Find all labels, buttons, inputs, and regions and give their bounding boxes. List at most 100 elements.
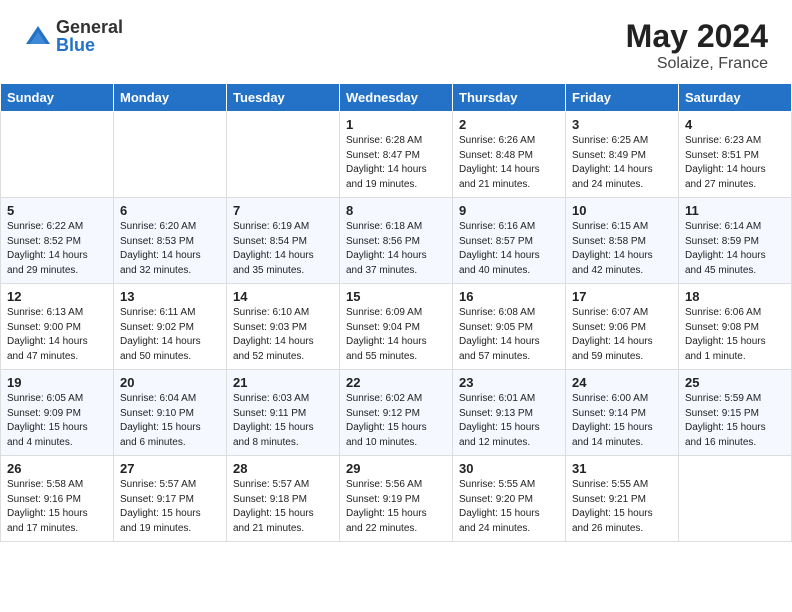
day-number: 10 xyxy=(572,203,672,218)
day-info: Sunrise: 6:02 AMSunset: 9:12 PMDaylight:… xyxy=(346,392,446,450)
logo-general-text: General xyxy=(56,18,123,36)
day-info: Sunrise: 6:03 AMSunset: 9:11 PMDaylight:… xyxy=(233,392,333,450)
day-cell-1-3: 8 Sunrise: 6:18 AMSunset: 8:56 PMDaylight… xyxy=(340,198,453,284)
day-cell-0-1 xyxy=(114,112,227,198)
day-number: 31 xyxy=(572,461,672,476)
day-cell-1-0: 5Sunrise: 6:22 AMSunset: 8:52 PMDaylight… xyxy=(1,198,114,284)
day-info: Sunrise: 6:25 AMSunset: 8:49 PMDaylight:… xyxy=(572,134,672,192)
day-cell-3-1: 20 Sunrise: 6:04 AMSunset: 9:10 PMDayligh… xyxy=(114,370,227,456)
day-info: Sunrise: 6:13 AMSunset: 9:00 PMDaylight:… xyxy=(7,306,107,364)
day-info: Sunrise: 6:09 AMSunset: 9:04 PMDaylight:… xyxy=(346,306,446,364)
col-wednesday: Wednesday xyxy=(340,84,453,112)
week-row-5: 26Sunrise: 5:58 AMSunset: 9:16 PMDayligh… xyxy=(1,456,792,542)
logo-icon xyxy=(24,22,52,50)
day-number: 8 xyxy=(346,203,446,218)
day-info: Sunrise: 5:57 AMSunset: 9:18 PMDaylight:… xyxy=(233,478,333,536)
day-cell-1-1: 6 Sunrise: 6:20 AMSunset: 8:53 PMDaylight… xyxy=(114,198,227,284)
day-number: 24 xyxy=(572,375,672,390)
week-row-3: 12 Sunrise: 6:13 AMSunset: 9:00 PMDayligh… xyxy=(1,284,792,370)
day-cell-1-2: 7Sunrise: 6:19 AMSunset: 8:54 PMDaylight… xyxy=(227,198,340,284)
day-cell-0-4: 2Sunrise: 6:26 AMSunset: 8:48 PMDaylight… xyxy=(453,112,566,198)
week-row-4: 19 Sunrise: 6:05 AMSunset: 9:09 PMDayligh… xyxy=(1,370,792,456)
day-info: Sunrise: 5:55 AMSunset: 9:21 PMDaylight:… xyxy=(572,478,672,536)
day-number: 30 xyxy=(459,461,559,476)
day-cell-2-0: 12 Sunrise: 6:13 AMSunset: 9:00 PMDayligh… xyxy=(1,284,114,370)
day-number: 13 xyxy=(120,289,220,304)
day-cell-4-0: 26Sunrise: 5:58 AMSunset: 9:16 PMDayligh… xyxy=(1,456,114,542)
day-info: Sunrise: 6:16 AMSunset: 8:57 PMDaylight:… xyxy=(459,220,559,278)
day-info: Sunrise: 6:14 AMSunset: 8:59 PMDaylight:… xyxy=(685,220,785,278)
col-monday: Monday xyxy=(114,84,227,112)
day-cell-4-1: 27Sunrise: 5:57 AMSunset: 9:17 PMDayligh… xyxy=(114,456,227,542)
day-info: Sunrise: 6:18 AMSunset: 8:56 PMDaylight:… xyxy=(346,220,446,278)
day-cell-4-3: 29Sunrise: 5:56 AMSunset: 9:19 PMDayligh… xyxy=(340,456,453,542)
day-number: 6 xyxy=(120,203,220,218)
col-sunday: Sunday xyxy=(1,84,114,112)
day-number: 12 xyxy=(7,289,107,304)
day-cell-2-6: 18 Sunrise: 6:06 AMSunset: 9:08 PMDayligh… xyxy=(679,284,792,370)
col-friday: Friday xyxy=(566,84,679,112)
day-cell-2-2: 14Sunrise: 6:10 AMSunset: 9:03 PMDayligh… xyxy=(227,284,340,370)
day-info: Sunrise: 5:59 AMSunset: 9:15 PMDaylight:… xyxy=(685,392,785,450)
col-thursday: Thursday xyxy=(453,84,566,112)
day-cell-4-2: 28Sunrise: 5:57 AMSunset: 9:18 PMDayligh… xyxy=(227,456,340,542)
day-number: 18 xyxy=(685,289,785,304)
day-number: 14 xyxy=(233,289,333,304)
day-number: 7 xyxy=(233,203,333,218)
day-cell-1-4: 9 Sunrise: 6:16 AMSunset: 8:57 PMDaylight… xyxy=(453,198,566,284)
day-number: 23 xyxy=(459,375,559,390)
day-cell-2-3: 15 Sunrise: 6:09 AMSunset: 9:04 PMDayligh… xyxy=(340,284,453,370)
day-number: 9 xyxy=(459,203,559,218)
location: Solaize, France xyxy=(626,55,768,73)
day-number: 27 xyxy=(120,461,220,476)
day-cell-3-5: 24Sunrise: 6:00 AMSunset: 9:14 PMDayligh… xyxy=(566,370,679,456)
day-info: Sunrise: 6:08 AMSunset: 9:05 PMDaylight:… xyxy=(459,306,559,364)
day-info: Sunrise: 5:58 AMSunset: 9:16 PMDaylight:… xyxy=(7,478,107,536)
title-block: May 2024 Solaize, France xyxy=(626,18,768,73)
day-cell-3-3: 22 Sunrise: 6:02 AMSunset: 9:12 PMDayligh… xyxy=(340,370,453,456)
col-tuesday: Tuesday xyxy=(227,84,340,112)
day-info: Sunrise: 6:05 AMSunset: 9:09 PMDaylight:… xyxy=(7,392,107,450)
day-cell-1-5: 10 Sunrise: 6:15 AMSunset: 8:58 PMDayligh… xyxy=(566,198,679,284)
day-number: 16 xyxy=(459,289,559,304)
day-number: 20 xyxy=(120,375,220,390)
week-row-1: 1 Sunrise: 6:28 AMSunset: 8:47 PMDaylight… xyxy=(1,112,792,198)
day-cell-4-4: 30 Sunrise: 5:55 AMSunset: 9:20 PMDayligh… xyxy=(453,456,566,542)
page: General Blue May 2024 Solaize, France Su… xyxy=(0,0,792,612)
day-info: Sunrise: 5:55 AMSunset: 9:20 PMDaylight:… xyxy=(459,478,559,536)
day-info: Sunrise: 6:15 AMSunset: 8:58 PMDaylight:… xyxy=(572,220,672,278)
col-saturday: Saturday xyxy=(679,84,792,112)
day-number: 19 xyxy=(7,375,107,390)
day-cell-3-2: 21 Sunrise: 6:03 AMSunset: 9:11 PMDayligh… xyxy=(227,370,340,456)
day-cell-1-6: 11Sunrise: 6:14 AMSunset: 8:59 PMDayligh… xyxy=(679,198,792,284)
day-info: Sunrise: 6:22 AMSunset: 8:52 PMDaylight:… xyxy=(7,220,107,278)
day-info: Sunrise: 6:01 AMSunset: 9:13 PMDaylight:… xyxy=(459,392,559,450)
day-info: Sunrise: 6:06 AMSunset: 9:08 PMDaylight:… xyxy=(685,306,785,364)
calendar: Sunday Monday Tuesday Wednesday Thursday… xyxy=(0,83,792,542)
day-cell-0-6: 4 Sunrise: 6:23 AMSunset: 8:51 PMDaylight… xyxy=(679,112,792,198)
weekday-header-row: Sunday Monday Tuesday Wednesday Thursday… xyxy=(1,84,792,112)
header: General Blue May 2024 Solaize, France xyxy=(0,0,792,83)
day-info: Sunrise: 6:11 AMSunset: 9:02 PMDaylight:… xyxy=(120,306,220,364)
logo-text: General Blue xyxy=(56,18,123,54)
day-info: Sunrise: 6:04 AMSunset: 9:10 PMDaylight:… xyxy=(120,392,220,450)
day-info: Sunrise: 6:28 AMSunset: 8:47 PMDaylight:… xyxy=(346,134,446,192)
day-cell-0-5: 3Sunrise: 6:25 AMSunset: 8:49 PMDaylight… xyxy=(566,112,679,198)
day-number: 15 xyxy=(346,289,446,304)
day-cell-3-6: 25 Sunrise: 5:59 AMSunset: 9:15 PMDayligh… xyxy=(679,370,792,456)
day-info: Sunrise: 6:20 AMSunset: 8:53 PMDaylight:… xyxy=(120,220,220,278)
day-cell-2-5: 17Sunrise: 6:07 AMSunset: 9:06 PMDayligh… xyxy=(566,284,679,370)
day-cell-2-4: 16 Sunrise: 6:08 AMSunset: 9:05 PMDayligh… xyxy=(453,284,566,370)
week-row-2: 5Sunrise: 6:22 AMSunset: 8:52 PMDaylight… xyxy=(1,198,792,284)
day-number: 1 xyxy=(346,117,446,132)
day-number: 4 xyxy=(685,117,785,132)
day-cell-0-0 xyxy=(1,112,114,198)
logo: General Blue xyxy=(24,18,123,54)
day-number: 25 xyxy=(685,375,785,390)
day-cell-2-1: 13 Sunrise: 6:11 AMSunset: 9:02 PMDayligh… xyxy=(114,284,227,370)
day-number: 21 xyxy=(233,375,333,390)
logo-blue-text: Blue xyxy=(56,36,123,54)
day-cell-3-4: 23 Sunrise: 6:01 AMSunset: 9:13 PMDayligh… xyxy=(453,370,566,456)
day-number: 22 xyxy=(346,375,446,390)
day-info: Sunrise: 6:23 AMSunset: 8:51 PMDaylight:… xyxy=(685,134,785,192)
